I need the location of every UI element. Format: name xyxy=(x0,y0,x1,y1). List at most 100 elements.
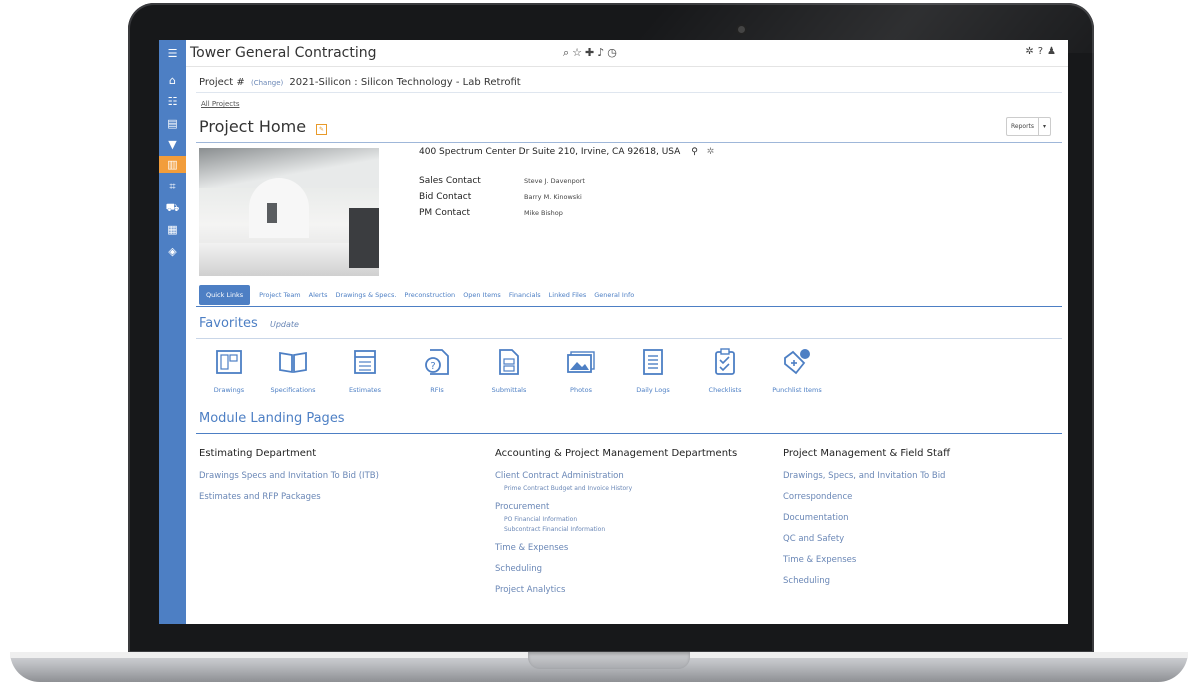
tab-project-team[interactable]: Project Team xyxy=(259,291,309,299)
column-heading: Project Management & Field Staff xyxy=(783,448,950,459)
estimating-column: Estimating Department Drawings Specs and… xyxy=(199,448,379,511)
svg-text:?: ? xyxy=(430,361,435,372)
photos-icon xyxy=(566,348,596,376)
app-title: Tower General Contracting xyxy=(190,45,377,61)
truck-icon[interactable]: ⛟ xyxy=(163,200,182,217)
tab-open-items[interactable]: Open Items xyxy=(463,291,509,299)
star-icon[interactable]: ☆ xyxy=(572,46,585,59)
contact-value: Steve J. Davenport xyxy=(524,177,585,185)
column-heading: Estimating Department xyxy=(199,448,317,459)
edit-icon[interactable]: ✎ xyxy=(316,124,327,135)
sidebar: ☰ ⌂ ☷ ▤ ▼ ▥ ⌗ ⛟ ▦ ◈ xyxy=(159,40,186,624)
camera xyxy=(738,26,745,33)
module-link[interactable]: Estimates and RFP Packages xyxy=(199,490,379,504)
all-projects-link[interactable]: All Projects xyxy=(201,100,240,108)
top-actions: ⌕☆✚♪◷ xyxy=(563,46,620,60)
favorite-rfis[interactable]: ? RFIs xyxy=(407,348,467,395)
module-link[interactable]: Time & Expenses xyxy=(495,541,737,555)
drawings-icon xyxy=(214,348,244,376)
rfi-icon: ? xyxy=(422,348,452,376)
change-project-link[interactable]: (Change) xyxy=(251,79,283,87)
module-sublink[interactable]: Prime Contract Budget and Invoice Histor… xyxy=(504,484,737,493)
favorite-label: Checklists xyxy=(708,386,742,394)
favorite-label: Punchlist Items xyxy=(772,386,822,394)
favorite-daily-logs[interactable]: Daily Logs xyxy=(623,348,683,395)
favorite-label: RFIs xyxy=(430,386,444,394)
tab-preconstruction[interactable]: Preconstruction xyxy=(404,291,463,299)
divider xyxy=(196,92,1062,93)
contact-row: Sales Contact Steve J. Davenport xyxy=(419,173,585,189)
tab-general-info[interactable]: General Info xyxy=(594,291,642,299)
bell-icon[interactable]: ♪ xyxy=(597,46,607,59)
module-sublink[interactable]: PO Financial Information xyxy=(504,515,737,524)
laptop-notch xyxy=(528,652,690,669)
gear-icon[interactable]: ✲ xyxy=(1025,46,1037,57)
favorite-specifications[interactable]: Specifications xyxy=(263,348,323,395)
favorite-label: Estimates xyxy=(348,386,382,394)
report-icon[interactable]: ◈ xyxy=(163,243,182,260)
calendar-icon[interactable]: ▦ xyxy=(163,221,182,238)
reports-label: Reports xyxy=(1011,123,1035,130)
favorites-update-link[interactable]: Update xyxy=(270,320,299,329)
module-link[interactable]: Drawings Specs and Invitation To Bid (IT… xyxy=(199,469,379,483)
module-landing-title: Module Landing Pages xyxy=(199,411,345,426)
submittal-icon xyxy=(494,348,524,376)
project-photo xyxy=(199,148,379,276)
home-icon[interactable]: ⌂ xyxy=(163,72,182,89)
user-icon[interactable]: ♟ xyxy=(1047,46,1060,57)
module-link[interactable]: Drawings, Specs, and Invitation To Bid xyxy=(783,469,950,483)
menu-icon[interactable]: ☰ xyxy=(163,45,182,62)
contact-label: Sales Contact xyxy=(419,176,481,186)
search-icon[interactable]: ⌕ xyxy=(563,46,572,59)
building-icon[interactable]: ▥ xyxy=(159,156,186,173)
column-heading: Accounting & Project Management Departme… xyxy=(495,448,738,459)
top-bar: Tower General Contracting ⌕☆✚♪◷ ✲?♟ xyxy=(186,40,1068,67)
favorite-label: Daily Logs xyxy=(636,386,670,394)
map-pin-icon[interactable]: ⚲ xyxy=(691,147,698,157)
team-icon[interactable]: ☷ xyxy=(163,93,182,110)
filter-icon[interactable]: ▼ xyxy=(163,136,182,153)
chevron-down-icon[interactable]: ▾ xyxy=(1038,118,1050,135)
field-staff-column: Project Management & Field Staff Drawing… xyxy=(783,448,950,595)
module-sublink[interactable]: Subcontract Financial Information xyxy=(504,525,737,534)
contact-row: Bid Contact Barry M. Kinowski xyxy=(419,189,585,205)
module-link[interactable]: Client Contract Administration xyxy=(495,469,737,483)
favorite-label: Drawings xyxy=(213,386,245,394)
tab-drawings-specs[interactable]: Drawings & Specs. xyxy=(336,291,405,299)
tab-financials[interactable]: Financials xyxy=(509,291,549,299)
help-icon[interactable]: ? xyxy=(1038,46,1047,57)
module-link[interactable]: QC and Safety xyxy=(783,532,950,546)
main-content: Tower General Contracting ⌕☆✚♪◷ ✲?♟ Proj… xyxy=(186,40,1068,624)
tab-quick-links[interactable]: Quick Links xyxy=(199,285,251,305)
project-address: 400 Spectrum Center Dr Suite 210, Irvine… xyxy=(419,147,714,157)
project-name: 2021-Silicon : Silicon Technology - Lab … xyxy=(289,77,521,88)
module-link[interactable]: Scheduling xyxy=(783,574,950,588)
module-link[interactable]: Procurement xyxy=(495,500,737,514)
module-link[interactable]: Time & Expenses xyxy=(783,553,950,567)
app-screen: ☰ ⌂ ☷ ▤ ▼ ▥ ⌗ ⛟ ▦ ◈ Tower General Contra… xyxy=(159,40,1068,624)
reports-button[interactable]: Reports ▾ xyxy=(1006,117,1052,136)
timer-icon[interactable]: ◷ xyxy=(607,46,620,59)
module-link[interactable]: Correspondence xyxy=(783,490,950,504)
add-icon[interactable]: ✚ xyxy=(585,46,597,59)
favorite-label: Photos xyxy=(570,386,592,394)
document-icon[interactable]: ⌗ xyxy=(163,178,182,195)
tab-alerts[interactable]: Alerts xyxy=(309,291,336,299)
favorite-punchlist-items[interactable]: Punchlist Items xyxy=(767,348,827,395)
accounting-column: Accounting & Project Management Departme… xyxy=(495,448,737,604)
module-link[interactable]: Scheduling xyxy=(495,562,737,576)
estimates-icon[interactable]: ▤ xyxy=(163,115,182,132)
settings-icon[interactable]: ✲ xyxy=(707,147,715,157)
daily-log-icon xyxy=(638,348,668,376)
favorite-estimates[interactable]: Estimates xyxy=(335,348,395,395)
tab-bar: Quick Links Project Team Alerts Drawings… xyxy=(199,285,642,305)
module-link[interactable]: Documentation xyxy=(783,511,950,525)
favorite-checklists[interactable]: Checklists xyxy=(695,348,755,395)
favorite-photos[interactable]: Photos xyxy=(551,348,611,395)
favorite-submittals[interactable]: Submittals xyxy=(479,348,539,395)
favorite-label: Specifications xyxy=(270,386,316,394)
favorite-drawings[interactable]: Drawings xyxy=(199,348,259,395)
tab-linked-files[interactable]: Linked Files xyxy=(549,291,595,299)
divider xyxy=(196,338,1062,339)
module-link[interactable]: Project Analytics xyxy=(495,583,737,597)
